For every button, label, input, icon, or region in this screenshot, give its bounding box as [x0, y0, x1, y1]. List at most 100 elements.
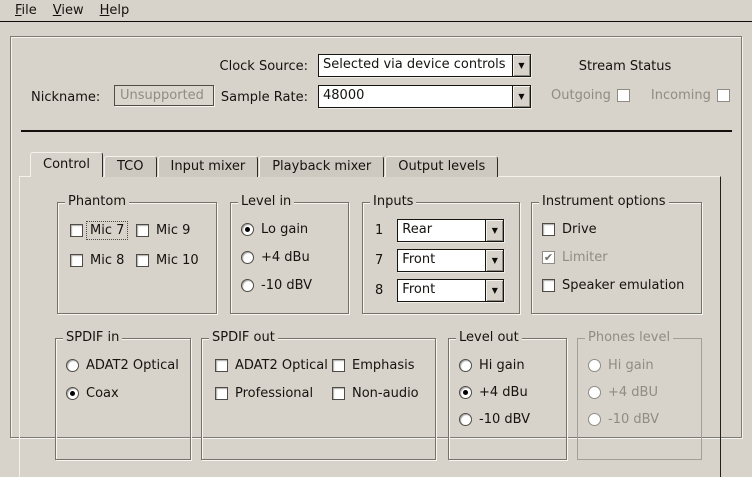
radio-label: Lo gain — [261, 222, 308, 237]
checkbox-label: Non-audio — [352, 386, 419, 401]
radio-circle[interactable] — [459, 386, 472, 399]
spdif-in-adat2-radio[interactable]: ADAT2 Optical — [66, 358, 190, 373]
radio-circle[interactable] — [241, 223, 254, 236]
input-channel-label: 1 — [375, 223, 383, 238]
checkbox-box[interactable] — [70, 254, 83, 267]
radio-circle[interactable] — [66, 387, 79, 400]
checkbox-box: ✔ — [542, 251, 555, 264]
checkbox-label: Mic 8 — [90, 253, 124, 268]
sample-rate-label: Sample Rate: — [196, 87, 308, 109]
checkbox-box[interactable] — [70, 224, 83, 237]
checkbox-label: Mic 7 — [87, 222, 127, 239]
spdif-out-group: SPDIF out ADAT2 Optical Emphasis Profess… — [201, 338, 436, 460]
tab-output-levels[interactable]: Output levels — [385, 156, 498, 177]
checkbox-box[interactable] — [215, 387, 228, 400]
dropdown-arrow-icon[interactable]: ▼ — [485, 280, 503, 301]
phantom-mic10-checkbox[interactable]: Mic 10 — [136, 253, 216, 268]
level-out-group-title: Level out — [456, 330, 522, 345]
level-out-group: Level out Hi gain +4 dBu -10 dBV — [448, 338, 567, 460]
radio-label: +4 dBu — [261, 250, 310, 265]
phones-plus4dbu-radio: +4 dBU — [588, 385, 701, 400]
inputs-group-title: Inputs — [370, 194, 416, 209]
drive-checkbox[interactable]: Drive — [542, 222, 701, 237]
stream-status-indicators: Outgoing Incoming — [551, 88, 730, 103]
sample-rate-combobox[interactable]: 48000 ▼ — [318, 85, 531, 108]
menu-bar: File View Help — [0, 0, 752, 22]
checkbox-label: Speaker emulation — [562, 278, 684, 293]
level-in-plus4dbu-radio[interactable]: +4 dBu — [241, 250, 348, 265]
radio-circle — [588, 386, 601, 399]
spdif-out-group-title: SPDIF out — [209, 330, 278, 345]
checkbox-box[interactable] — [542, 223, 555, 236]
horizontal-separator — [21, 130, 732, 132]
spdif-out-professional-checkbox[interactable]: Professional — [215, 386, 332, 401]
input-8-value: Front — [398, 280, 485, 301]
spdif-out-emphasis-checkbox[interactable]: Emphasis — [332, 358, 435, 373]
tab-control[interactable]: Control — [30, 152, 103, 177]
level-out-plus4dbu-radio[interactable]: +4 dBu — [459, 385, 566, 400]
tab-input-mixer[interactable]: Input mixer — [158, 156, 259, 177]
radio-circle — [588, 413, 601, 426]
level-out-hi-gain-radio[interactable]: Hi gain — [459, 358, 566, 373]
spdif-out-nonaudio-checkbox[interactable]: Non-audio — [332, 386, 435, 401]
nickname-label: Nickname: — [31, 87, 100, 109]
level-in-group-title: Level in — [238, 194, 294, 209]
checkbox-box[interactable] — [332, 387, 345, 400]
phantom-mic7-checkbox[interactable]: Mic 7 — [70, 223, 136, 238]
phantom-mic9-checkbox[interactable]: Mic 9 — [136, 223, 216, 238]
input-1-value: Rear — [398, 220, 485, 241]
incoming-label: Incoming — [651, 88, 711, 103]
dropdown-arrow-icon[interactable]: ▼ — [512, 55, 530, 76]
radio-label: Hi gain — [479, 358, 525, 373]
limiter-checkbox: ✔ Limiter — [542, 250, 701, 265]
menu-view[interactable]: View — [46, 0, 93, 22]
radio-label: -10 dBV — [479, 412, 530, 427]
tab-playback-mixer[interactable]: Playback mixer — [259, 156, 384, 177]
radio-label: Hi gain — [608, 358, 654, 373]
checkbox-box[interactable] — [136, 224, 149, 237]
checkbox-box[interactable] — [136, 254, 149, 267]
phantom-group: Phantom Mic 7 Mic 9 Mic 8 Mic 10 — [57, 202, 217, 314]
menu-file[interactable]: File — [8, 0, 46, 22]
clock-source-combobox[interactable]: Selected via device controls ▼ — [318, 54, 531, 77]
radio-label: -10 dBV — [261, 278, 312, 293]
dropdown-arrow-icon[interactable]: ▼ — [485, 250, 503, 271]
phantom-group-title: Phantom — [65, 194, 129, 209]
checkbox-label: Limiter — [562, 250, 608, 265]
menu-help[interactable]: Help — [93, 0, 139, 22]
checkbox-box[interactable] — [542, 279, 555, 292]
checkbox-label: Professional — [235, 386, 313, 401]
clock-source-value: Selected via device controls — [319, 55, 512, 76]
checkbox-box[interactable] — [215, 359, 228, 372]
radio-label: +4 dBU — [608, 385, 658, 400]
phones-level-group: Phones level Hi gain +4 dBU -10 dBV — [577, 338, 702, 460]
radio-circle[interactable] — [241, 279, 254, 292]
input-channel-label: 7 — [375, 253, 383, 268]
checkbox-label: Mic 9 — [156, 223, 190, 238]
radio-circle[interactable] — [241, 251, 254, 264]
radio-circle[interactable] — [459, 359, 472, 372]
tab-tco[interactable]: TCO — [104, 156, 157, 177]
dropdown-arrow-icon[interactable]: ▼ — [512, 86, 530, 107]
speaker-emulation-checkbox[interactable]: Speaker emulation — [542, 278, 701, 293]
outgoing-checkbox — [617, 89, 630, 102]
level-in-minus10dbv-radio[interactable]: -10 dBV — [241, 278, 348, 293]
spdif-in-coax-radio[interactable]: Coax — [66, 386, 190, 401]
input-7-combobox[interactable]: Front ▼ — [397, 249, 504, 272]
radio-circle[interactable] — [66, 359, 79, 372]
radio-circle[interactable] — [459, 413, 472, 426]
input-8-combobox[interactable]: Front ▼ — [397, 279, 504, 302]
spdif-out-adat2-checkbox[interactable]: ADAT2 Optical — [215, 358, 332, 373]
checkbox-box[interactable] — [332, 359, 345, 372]
radio-label: Coax — [86, 386, 119, 401]
checkmark-icon: ✔ — [544, 252, 553, 263]
phantom-mic8-checkbox[interactable]: Mic 8 — [70, 253, 136, 268]
dropdown-arrow-icon[interactable]: ▼ — [485, 220, 503, 241]
level-out-minus10dbv-radio[interactable]: -10 dBV — [459, 412, 566, 427]
phones-minus10dbv-radio: -10 dBV — [588, 412, 701, 427]
checkbox-label: Drive — [562, 222, 597, 237]
input-1-combobox[interactable]: Rear ▼ — [397, 219, 504, 242]
level-in-lo-gain-radio[interactable]: Lo gain — [241, 222, 348, 237]
radio-label: ADAT2 Optical — [86, 358, 179, 373]
outgoing-label: Outgoing — [551, 88, 611, 103]
